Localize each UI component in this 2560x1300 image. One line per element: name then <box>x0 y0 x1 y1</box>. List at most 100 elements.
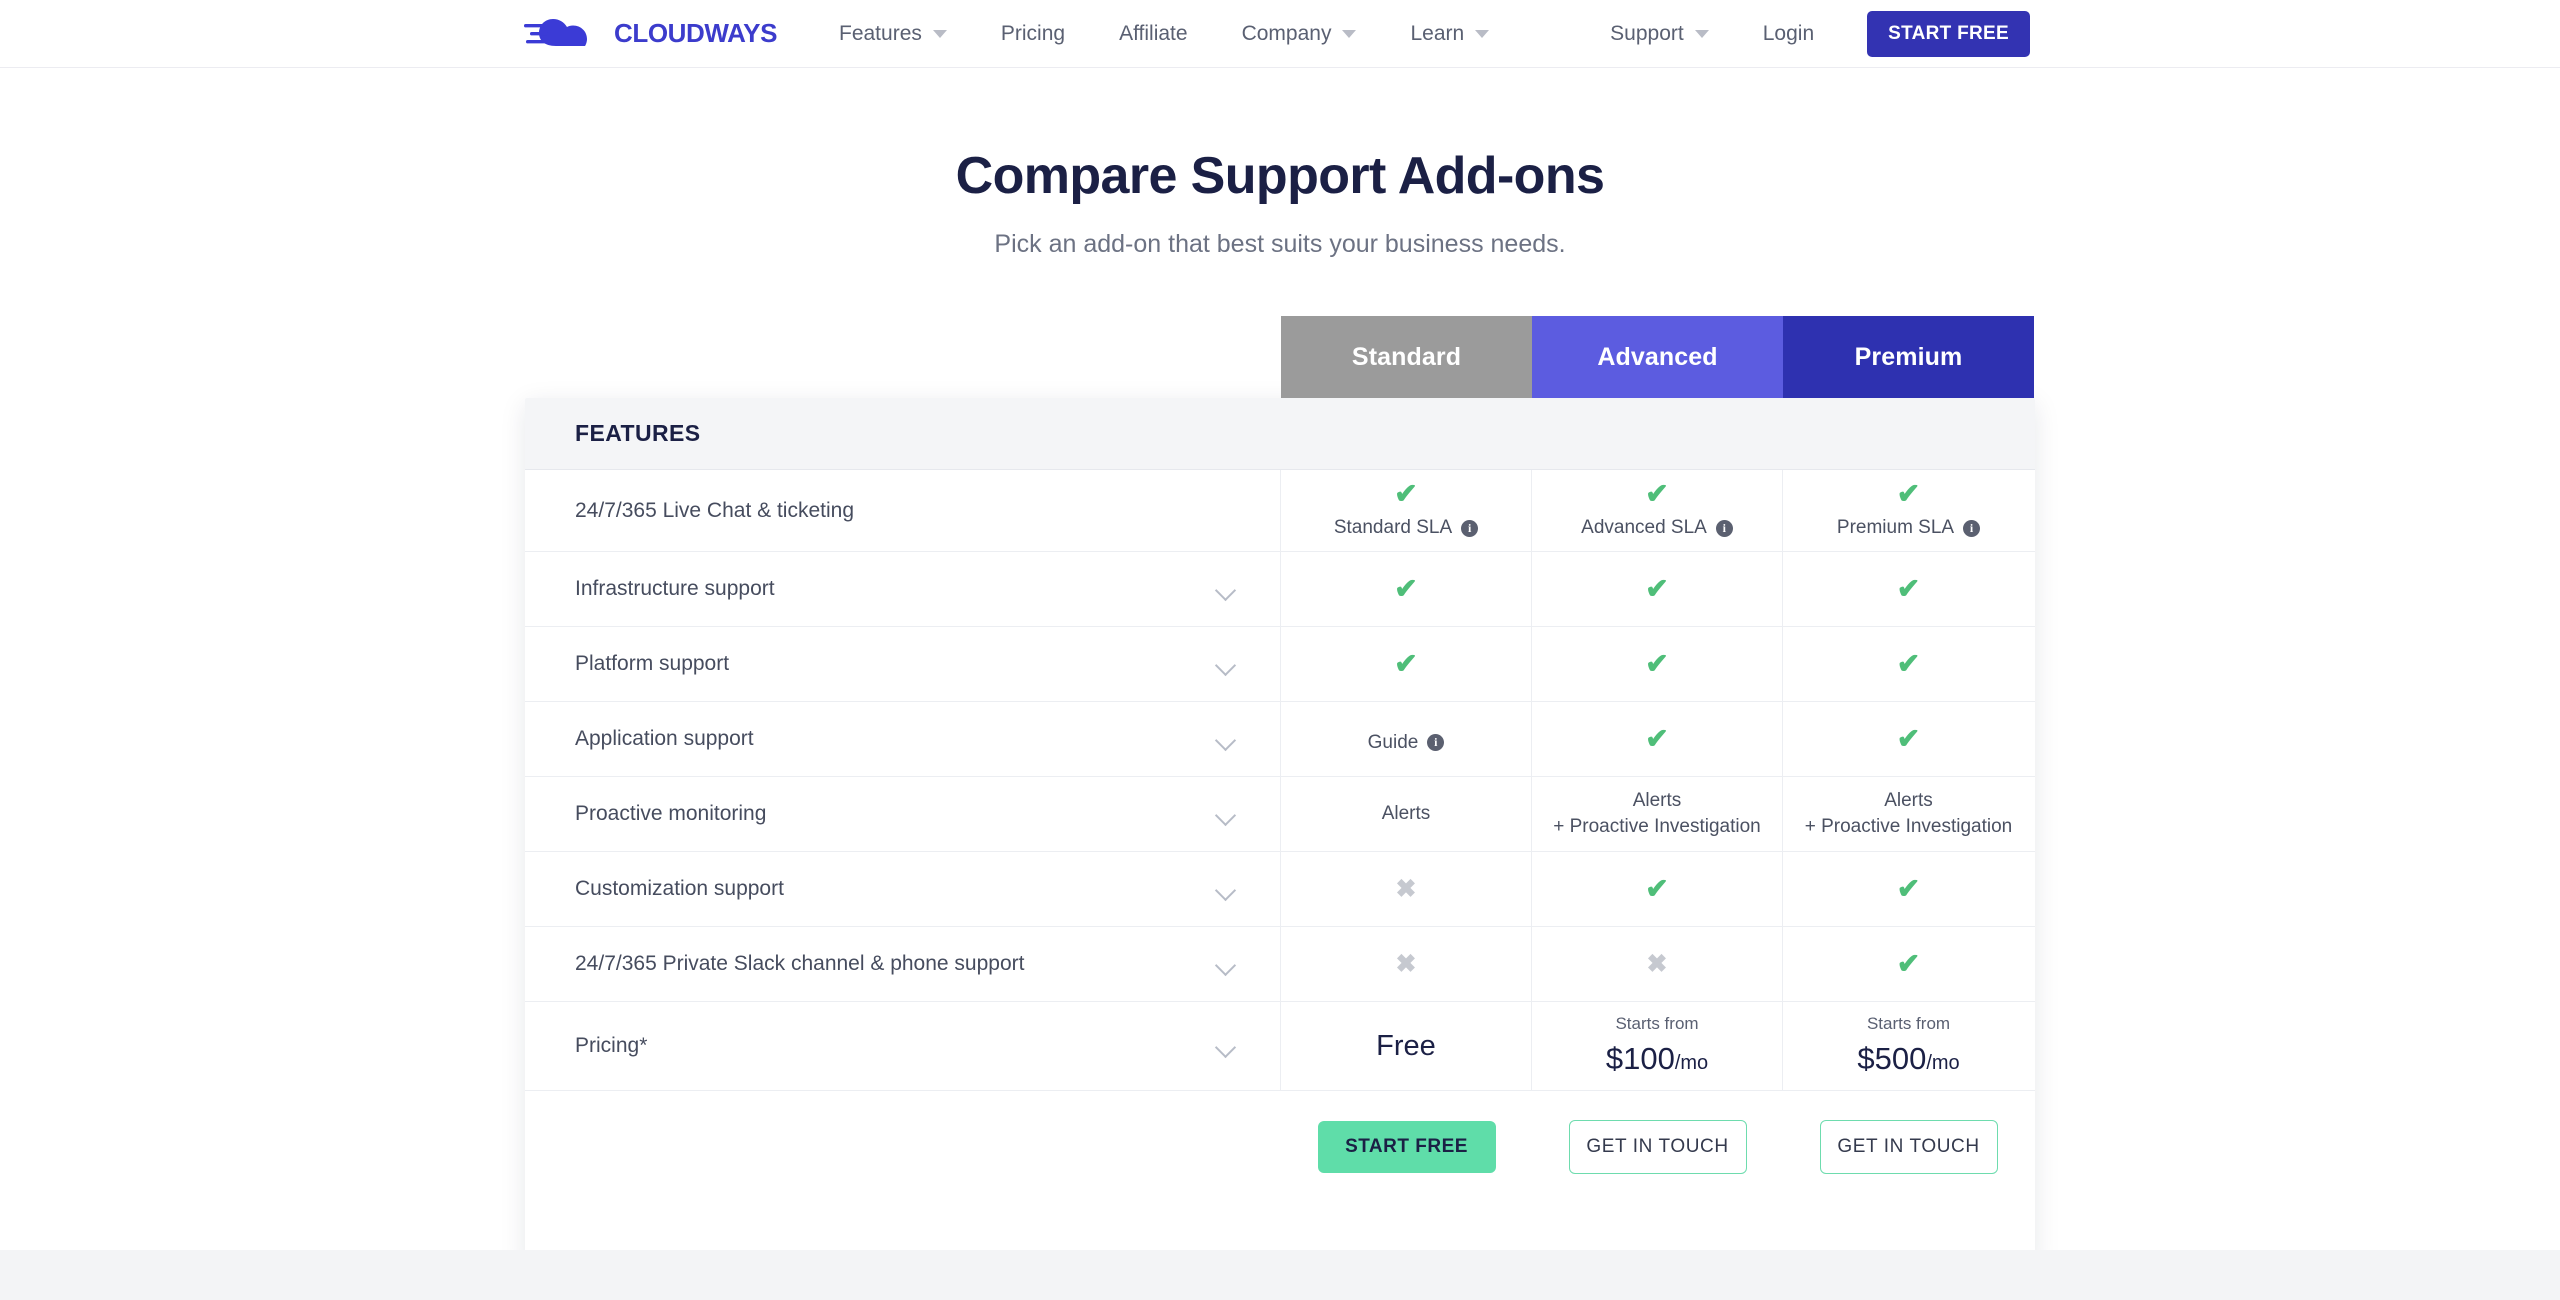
plan-cell-advanced: ✔ <box>1532 852 1783 926</box>
plan-cell-advanced: ✖ <box>1532 927 1783 1001</box>
check-icon: ✔ <box>1394 650 1417 678</box>
price-value: Free <box>1376 1026 1436 1066</box>
plan-cell-advanced: ✔ <box>1532 552 1783 626</box>
chevron-down-icon[interactable] <box>1216 583 1238 596</box>
cross-icon: ✖ <box>1647 952 1668 977</box>
table-row: Application support Guide i ✔ ✔ <box>525 702 2035 777</box>
nav-item-label: Features <box>839 22 922 46</box>
chevron-down-icon[interactable] <box>1216 658 1238 671</box>
chevron-down-icon <box>1342 30 1356 38</box>
chevron-down-icon[interactable] <box>1216 1040 1238 1053</box>
info-icon[interactable]: i <box>1427 734 1444 751</box>
table-row: Infrastructure support ✔ ✔ ✔ <box>525 552 2035 627</box>
sla-note: Standard SLA i <box>1334 515 1478 541</box>
price-note: Starts from <box>1867 1012 1950 1035</box>
plan-cell-premium: ✔ <box>1783 627 2034 701</box>
chevron-down-icon[interactable] <box>1216 883 1238 896</box>
get-in-touch-button[interactable]: GET IN TOUCH <box>1569 1120 1747 1174</box>
plan-cell-advanced: ✔ <box>1532 702 1783 776</box>
chevron-down-icon <box>1695 30 1709 38</box>
cross-icon: ✖ <box>1396 877 1417 902</box>
nav-item-company[interactable]: Company <box>1215 22 1384 46</box>
check-icon: ✔ <box>1897 875 1920 903</box>
chevron-down-icon <box>933 30 947 38</box>
plan-cell-premium: ✔ <box>1783 927 2034 1001</box>
plan-cell-advanced: Alerts + Proactive Investigation <box>1532 777 1783 851</box>
feature-label: Customization support <box>575 877 784 901</box>
plan-cell-premium: Alerts + Proactive Investigation <box>1783 777 2034 851</box>
feature-label-cell[interactable]: Pricing* <box>525 1002 1281 1090</box>
info-icon[interactable]: i <box>1963 520 1980 537</box>
feature-label-cell[interactable]: Proactive monitoring <box>525 777 1281 851</box>
page-bottom-band <box>0 1250 2560 1300</box>
price-amount: $100 <box>1606 1041 1675 1076</box>
sla-label: Premium SLA <box>1837 515 1954 541</box>
cta-spacer-cell <box>525 1091 1281 1203</box>
cell-value: Alerts <box>1382 801 1431 827</box>
chevron-down-icon[interactable] <box>1216 958 1238 971</box>
nav-item-affiliate[interactable]: Affiliate <box>1092 22 1215 46</box>
cloudways-logo[interactable]: CLOUDWAYS <box>522 10 777 56</box>
cross-icon: ✖ <box>1396 952 1417 977</box>
feature-label: Application support <box>575 727 754 751</box>
table-row: Proactive monitoring Alerts Alerts + Pro… <box>525 777 2035 852</box>
nav-item-label: Pricing <box>1001 22 1065 46</box>
feature-label-cell[interactable]: Infrastructure support <box>525 552 1281 626</box>
value-with-info: Guide i <box>1368 730 1445 756</box>
info-icon[interactable]: i <box>1461 520 1478 537</box>
logo-wordmark: CLOUDWAYS <box>614 18 777 49</box>
price-value: $100/mo <box>1606 1038 1708 1081</box>
price-amount: $500 <box>1857 1041 1926 1076</box>
nav-item-login[interactable]: Login <box>1736 22 1841 46</box>
chevron-down-icon[interactable] <box>1216 733 1238 746</box>
plan-cell-advanced: ✔ <box>1532 627 1783 701</box>
check-icon: ✔ <box>1394 575 1417 603</box>
check-icon: ✔ <box>1645 480 1668 508</box>
feature-label-cell[interactable]: Customization support <box>525 852 1281 926</box>
plan-cell-standard: ✔ <box>1281 627 1532 701</box>
secondary-nav: Support Login START FREE <box>1583 0 2030 68</box>
price-note: Starts from <box>1615 1012 1698 1035</box>
plan-cell-standard: Free <box>1281 1002 1532 1090</box>
feature-label-cell[interactable]: Platform support <box>525 627 1281 701</box>
feature-label: 24/7/365 Private Slack channel & phone s… <box>575 952 1024 976</box>
plan-header-advanced[interactable]: Advanced <box>1532 316 1783 398</box>
features-header-row: FEATURES <box>525 398 2035 470</box>
plan-header-standard[interactable]: Standard <box>1281 316 1532 398</box>
nav-item-pricing[interactable]: Pricing <box>974 22 1092 46</box>
cta-cell-standard: START FREE <box>1281 1091 1532 1203</box>
plan-cell-premium: ✔ <box>1783 852 2034 926</box>
features-header-label: FEATURES <box>525 420 700 447</box>
feature-label: Infrastructure support <box>575 577 775 601</box>
chevron-down-icon <box>1475 30 1489 38</box>
plan-cell-standard: ✔ <box>1281 552 1532 626</box>
plan-header-row: Standard Advanced Premium <box>1281 316 2034 398</box>
check-icon: ✔ <box>1645 650 1668 678</box>
cell-value: Alerts <box>1633 788 1682 814</box>
start-free-button[interactable]: START FREE <box>1867 11 2030 57</box>
plan-cell-standard: Alerts <box>1281 777 1532 851</box>
nav-item-label: Login <box>1763 22 1814 46</box>
feature-label-cell[interactable]: 24/7/365 Private Slack channel & phone s… <box>525 927 1281 1001</box>
page-title: Compare Support Add-ons <box>0 146 2560 206</box>
sla-note: Advanced SLA i <box>1581 515 1733 541</box>
info-icon[interactable]: i <box>1716 520 1733 537</box>
nav-item-support[interactable]: Support <box>1583 22 1736 46</box>
price-value: $500/mo <box>1857 1038 1959 1081</box>
chevron-down-icon[interactable] <box>1216 808 1238 821</box>
nav-item-label: Learn <box>1410 22 1464 46</box>
cell-value: Alerts <box>1884 788 1933 814</box>
plan-cell-advanced: Starts from $100/mo <box>1532 1002 1783 1090</box>
nav-item-learn[interactable]: Learn <box>1383 22 1516 46</box>
get-in-touch-button[interactable]: GET IN TOUCH <box>1820 1120 1998 1174</box>
table-row: 24/7/365 Live Chat & ticketing ✔ Standar… <box>525 470 2035 552</box>
nav-item-features[interactable]: Features <box>812 22 974 46</box>
sla-label: Advanced SLA <box>1581 515 1707 541</box>
plan-header-premium[interactable]: Premium <box>1783 316 2034 398</box>
start-free-button[interactable]: START FREE <box>1318 1121 1496 1173</box>
check-icon: ✔ <box>1645 575 1668 603</box>
top-navbar: CLOUDWAYS Features Pricing Affiliate Com… <box>0 0 2560 68</box>
feature-label-cell[interactable]: Application support <box>525 702 1281 776</box>
cta-cell-premium: GET IN TOUCH <box>1783 1091 2034 1203</box>
feature-label: Pricing* <box>575 1034 647 1058</box>
